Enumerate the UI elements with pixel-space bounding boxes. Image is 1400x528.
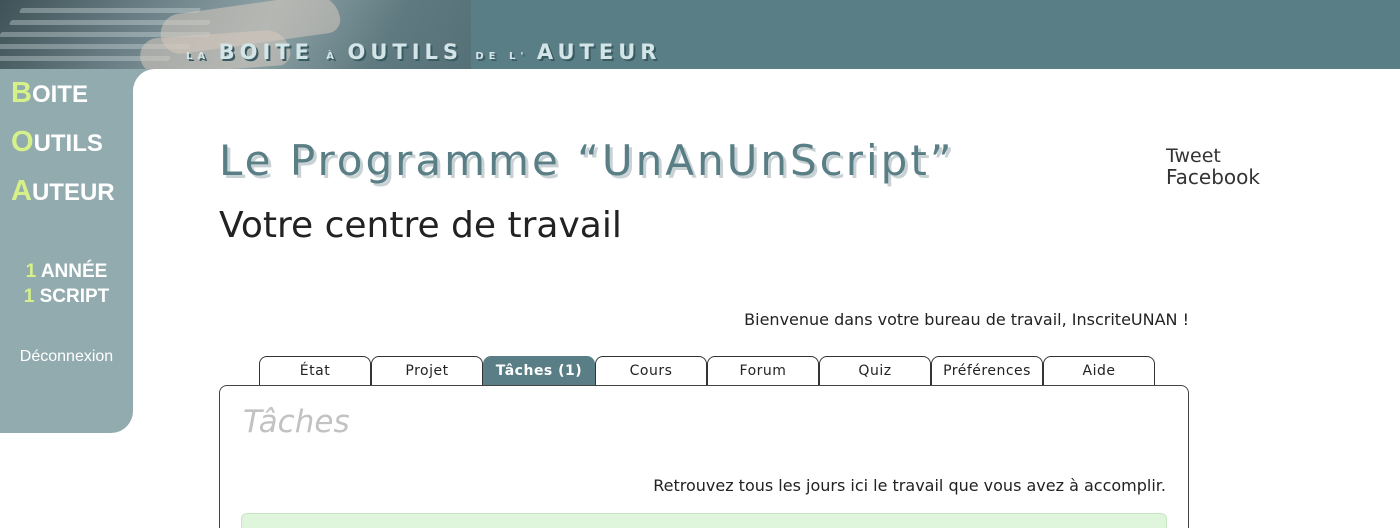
sidebar-corner: [133, 69, 155, 91]
facebook-link[interactable]: Facebook: [1166, 167, 1260, 188]
brand-word-auteur[interactable]: AUTEUR: [11, 175, 115, 208]
program-line-script[interactable]: 1 SCRIPT: [0, 286, 133, 308]
social-links: Tweet Facebook: [1166, 146, 1260, 188]
welcome-message: Bienvenue dans votre bureau de travail, …: [744, 310, 1189, 329]
banner-title-part: AUTEUR: [536, 40, 662, 64]
tweet-link[interactable]: Tweet: [1166, 146, 1260, 167]
logout-link[interactable]: Déconnexion: [0, 348, 133, 366]
header-banner: LA BOITE À OUTILS DE L' AUTEUR: [0, 0, 1400, 69]
tab-preferences[interactable]: Préférences: [931, 356, 1043, 385]
tab-taches[interactable]: Tâches (1): [483, 356, 595, 385]
banner-title-part: BOITE: [218, 40, 327, 64]
sidebar: BOITE OUTILS AUTEUR 1 ANNÉE 1 SCRIPT Déc…: [0, 69, 133, 433]
tab-bar: État Projet Tâches (1) Cours Forum Quiz …: [259, 356, 1155, 385]
tab-forum[interactable]: Forum: [707, 356, 819, 385]
panel-info: Retrouvez tous les jours ici le travail …: [653, 476, 1166, 495]
brand-word-boite[interactable]: BOITE: [11, 77, 88, 110]
program-line-annee[interactable]: 1 ANNÉE: [0, 261, 133, 283]
tab-etat[interactable]: État: [259, 356, 371, 385]
tab-cours[interactable]: Cours: [595, 356, 707, 385]
tab-quiz[interactable]: Quiz: [819, 356, 931, 385]
tasks-panel: Tâches Retrouvez tous les jours ici le t…: [219, 385, 1189, 528]
brand-word-outils[interactable]: OUTILS: [11, 126, 103, 159]
banner-title-part: DE L': [475, 51, 537, 62]
banner-title-part: OUTILS: [347, 40, 476, 64]
banner-title-part: À: [326, 51, 348, 62]
tab-aide[interactable]: Aide: [1043, 356, 1155, 385]
page-subtitle: Votre centre de travail: [219, 205, 622, 246]
tab-projet[interactable]: Projet: [371, 356, 483, 385]
task-notice-box: [241, 513, 1167, 528]
banner-title: LA BOITE À OUTILS DE L' AUTEUR: [186, 40, 661, 64]
banner-title-part: LA: [186, 51, 219, 62]
panel-title: Tâches: [243, 404, 350, 440]
page-title: Le Programme “UnAnUnScript”: [219, 136, 955, 185]
